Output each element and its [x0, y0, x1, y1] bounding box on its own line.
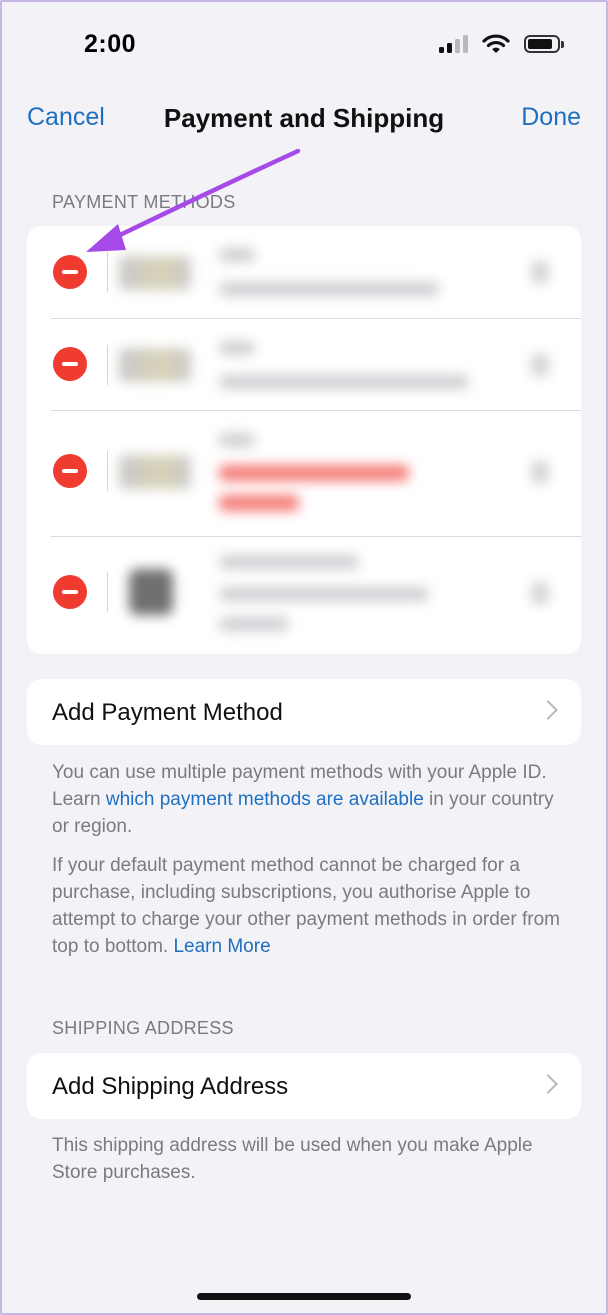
- arrow-annotation-icon: [86, 148, 301, 252]
